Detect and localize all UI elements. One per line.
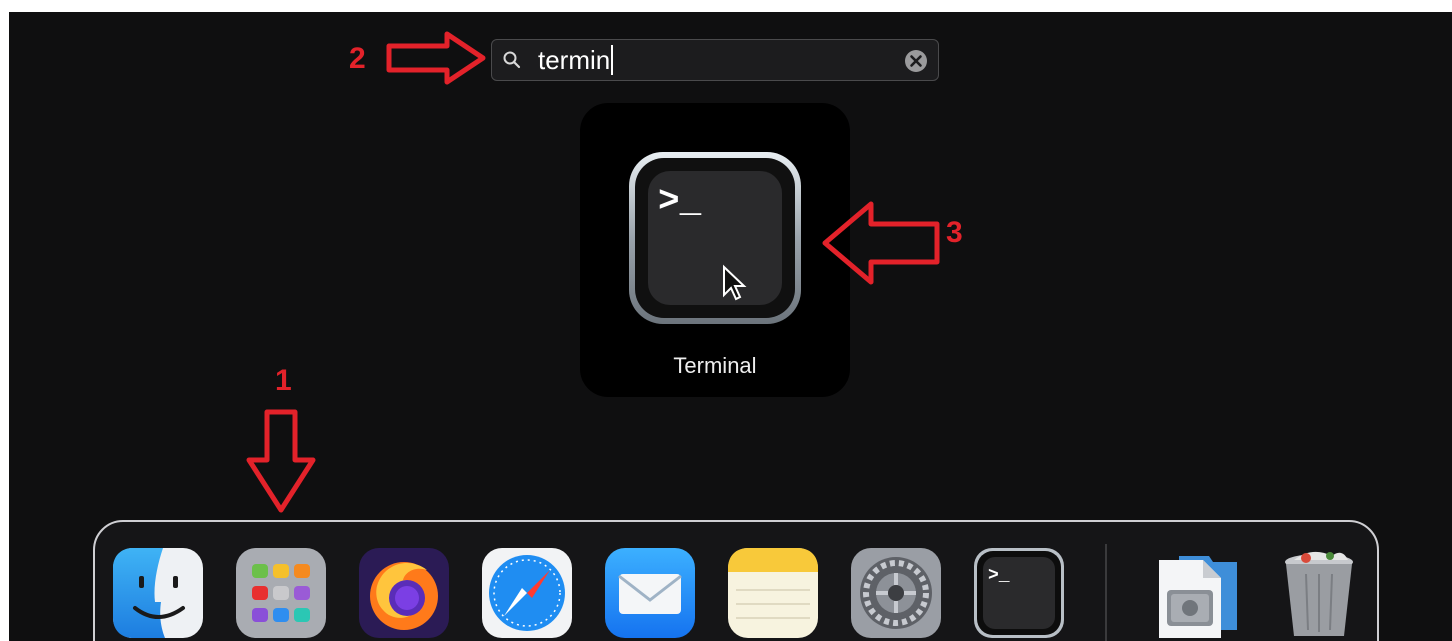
gear-icon[interactable] — [849, 546, 943, 640]
search-icon — [503, 51, 521, 69]
dock-divider — [1105, 544, 1107, 641]
clear-icon[interactable] — [904, 49, 928, 73]
notes-icon[interactable] — [726, 546, 820, 640]
trash-icon[interactable] — [1272, 546, 1366, 640]
dock: >_ — [93, 520, 1379, 641]
annotation-number-3: 3 — [946, 216, 963, 249]
search-result-terminal[interactable]: >_ Terminal — [580, 103, 850, 397]
firefox-icon[interactable] — [357, 546, 451, 640]
arrow-down-icon — [246, 409, 316, 513]
terminal-icon: >_ — [629, 152, 801, 324]
prompt-glyph: >_ — [658, 181, 702, 222]
arrow-right-icon — [386, 31, 486, 85]
text-caret — [611, 45, 614, 75]
folder-icon[interactable] — [1149, 546, 1243, 640]
annotation-number-2: 2 — [349, 42, 366, 75]
launchpad-icon[interactable] — [234, 546, 328, 640]
result-label: Terminal — [673, 353, 757, 378]
terminal-dock-icon[interactable]: >_ — [972, 546, 1066, 640]
annotation-number-1: 1 — [275, 364, 292, 397]
search-field[interactable]: termin — [491, 39, 939, 81]
arrow-left-icon — [822, 201, 940, 285]
mail-icon[interactable] — [603, 546, 697, 640]
safari-icon[interactable] — [480, 546, 574, 640]
finder-icon[interactable] — [111, 546, 205, 640]
launchpad-screen: termin >_ Terminal 2 3 1 >_ — [9, 12, 1452, 641]
dock-prompt-glyph: >_ — [988, 566, 1010, 586]
search-input-text[interactable]: termin — [538, 45, 614, 75]
